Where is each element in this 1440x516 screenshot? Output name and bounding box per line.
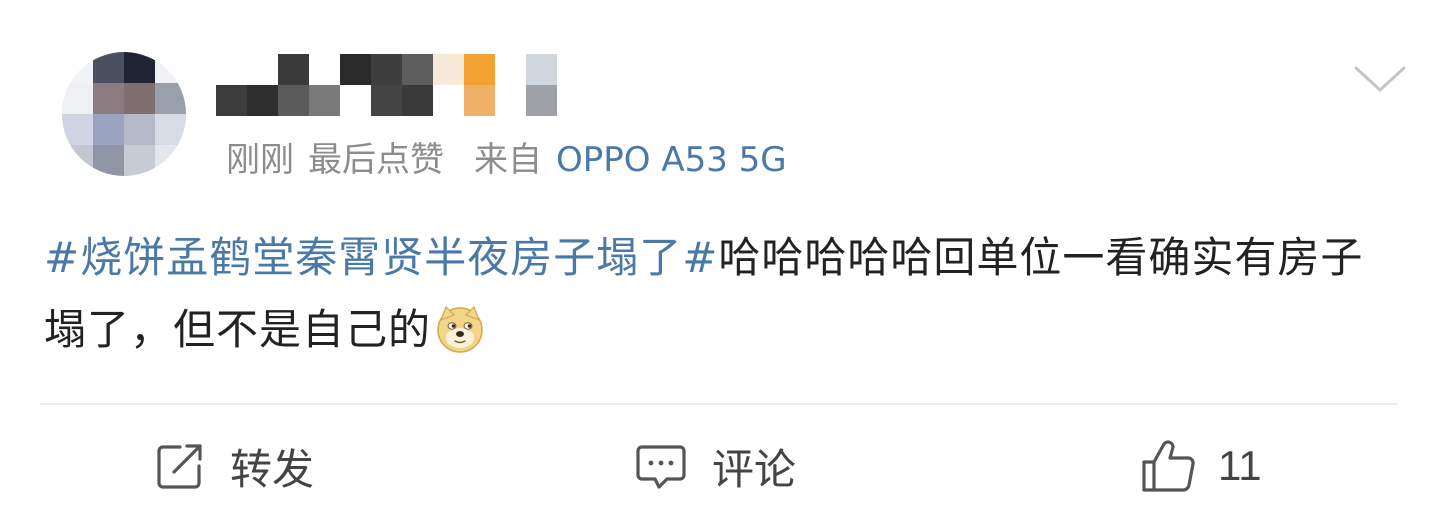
author-name[interactable] [216,52,557,116]
weibo-post-card: 刚刚 最后点赞 来自 OPPO A53 5G #烧饼孟鹤堂秦霄贤半夜房子塌了#哈哈哈哈… [0,0,1440,516]
comment-button[interactable]: 评论 [634,436,796,496]
divider [40,403,1398,405]
post-content: #烧饼孟鹤堂秦霄贤半夜房子塌了#哈哈哈哈哈回单位一看确实有房子塌了，但不是自己的 [44,222,1404,366]
comment-label: 评论 [712,444,797,494]
last-like-label: 最后点赞 [308,140,444,180]
repost-label: 转发 [230,444,315,494]
source-label: 来自 [474,140,542,180]
repost-button[interactable]: 转发 [154,436,314,496]
thumbs-up-icon [1142,440,1195,492]
topic-hashtag-link[interactable]: #烧饼孟鹤堂秦霄贤半夜房子塌了# [44,233,718,282]
post-meta: 刚刚 最后点赞 来自 OPPO A53 5G [226,138,787,182]
post-time: 刚刚 [226,140,294,180]
like-button[interactable]: 11 [1140,436,1262,496]
repost-icon [157,444,202,489]
like-count: 11 [1218,442,1262,489]
source-device[interactable]: OPPO A53 5G [556,140,787,180]
doge-emoji-icon [437,305,483,353]
comment-icon [636,445,686,489]
more-options-button[interactable] [1352,60,1408,100]
author-avatar[interactable] [62,52,186,176]
chevron-down-icon [1354,66,1406,92]
